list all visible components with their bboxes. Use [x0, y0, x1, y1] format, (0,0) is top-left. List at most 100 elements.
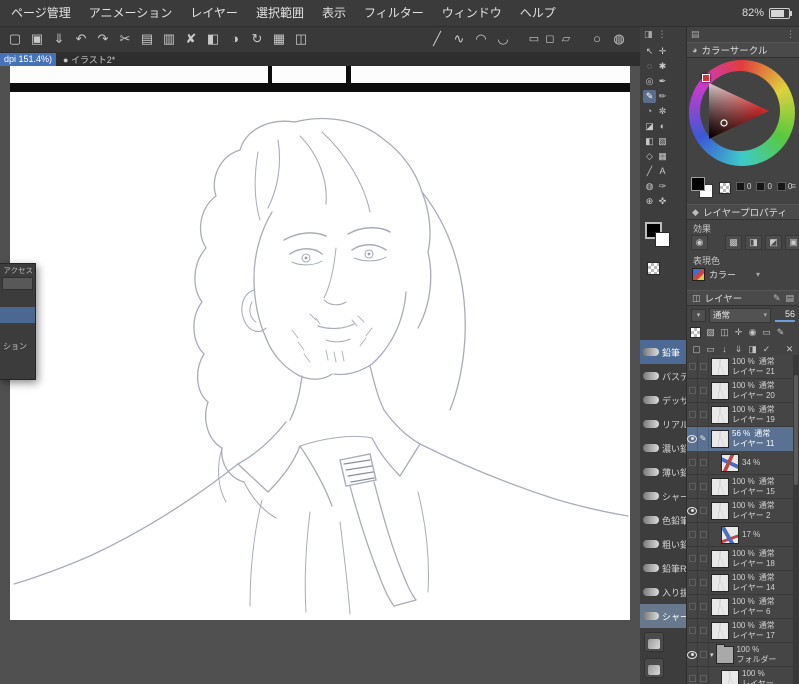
- effect-tone-button[interactable]: ▩: [725, 235, 742, 250]
- visibility-checkbox[interactable]: [688, 387, 696, 394]
- レイヤー 17[interactable]: ✎ ▾ 100 % 通常 レイヤー 17: [687, 619, 793, 643]
- layer-thumbnail[interactable]: [711, 405, 729, 424]
- edit-state-cell[interactable]: ✎: [698, 667, 709, 684]
- alpha-lock-button[interactable]: ▨: [704, 326, 717, 339]
- effect-expression-button[interactable]: ▣: [785, 235, 799, 250]
- tool-fill[interactable]: ◧: [643, 135, 656, 148]
- effect-border-button[interactable]: ◉: [691, 235, 708, 250]
- tool-zoom[interactable]: ⊕: [643, 195, 656, 208]
- view-next-button[interactable]: ◍: [608, 28, 630, 50]
- edit-checkbox[interactable]: [699, 627, 707, 634]
- subtool-item[interactable]: シャーペ: [640, 484, 686, 508]
- visibility-cell[interactable]: [687, 619, 698, 642]
- edit-state-cell[interactable]: ✎: [698, 595, 709, 618]
- visibility-cell[interactable]: [687, 451, 698, 474]
- collapse-dock-icon[interactable]: ◨: [644, 29, 653, 40]
- edit-checkbox[interactable]: [699, 555, 707, 562]
- cut-button[interactable]: ✂: [114, 28, 136, 50]
- drawing-canvas[interactable]: [10, 92, 630, 620]
- select-rect-button[interactable]: ▭: [526, 28, 542, 50]
- edit-state-cell[interactable]: ✎: [698, 571, 709, 594]
- visibility-cell[interactable]: [687, 403, 698, 426]
- visibility-checkbox[interactable]: [688, 627, 696, 634]
- undo-button[interactable]: ↶: [70, 28, 92, 50]
- transparent-color-swatch[interactable]: [647, 262, 660, 275]
- visibility-checkbox[interactable]: [688, 483, 696, 490]
- visibility-checkbox[interactable]: [688, 459, 696, 466]
- visibility-checkbox[interactable]: [688, 411, 696, 418]
- layer-thumbnail[interactable]: [715, 643, 734, 664]
- quick-access-set-dropdown[interactable]: [2, 277, 33, 290]
- layer-thumbnail[interactable]: [711, 357, 729, 376]
- edit-state-cell[interactable]: ✎: [698, 451, 709, 474]
- layer-thumbnail[interactable]: [711, 621, 729, 640]
- quick-access-item[interactable]: [0, 323, 35, 339]
- layer-thumbnail[interactable]: [711, 429, 729, 448]
- eye-icon[interactable]: [687, 506, 697, 515]
- eye-icon[interactable]: [687, 650, 697, 659]
- edit-state-cell[interactable]: ✎: [698, 427, 709, 450]
- copy-button[interactable]: ▤: [136, 28, 158, 50]
- tool-move[interactable]: ✛: [656, 45, 669, 58]
- quick-access-item[interactable]: [0, 307, 35, 323]
- tool-airbrush[interactable]: ◔: [643, 105, 656, 118]
- color-circle-header[interactable]: ◕ カラーサークル: [687, 42, 799, 58]
- レイヤー 15[interactable]: ✎ ▾ 100 % 通常 レイヤー 15: [687, 475, 793, 499]
- subtool-item[interactable]: 鉛筆: [640, 340, 686, 364]
- clear-button[interactable]: ✘: [180, 28, 202, 50]
- transparent-chip[interactable]: [719, 182, 731, 194]
- panel-list-icon[interactable]: ▤: [691, 29, 700, 40]
- visibility-cell[interactable]: [687, 667, 698, 684]
- layer-row[interactable]: ✎ ▾ 17 %: [687, 523, 793, 547]
- menu-item[interactable]: 選択範囲: [247, 0, 313, 26]
- effect-layer-color-button[interactable]: ◩: [765, 235, 782, 250]
- レイヤー…[interactable]: ✎ ▾ 100 % レイヤー…: [687, 667, 793, 684]
- sv-triangle[interactable]: [702, 73, 778, 149]
- folder-chevron-icon[interactable]: ▾: [710, 651, 714, 659]
- layer-thumbnail[interactable]: [711, 501, 729, 520]
- layer-list-scrollbar[interactable]: [793, 355, 799, 684]
- combine-button[interactable]: ✛: [732, 326, 745, 339]
- snap-arc-button[interactable]: ◠: [470, 28, 492, 50]
- snap-curve-button[interactable]: ∿: [448, 28, 470, 50]
- snap-straight-button[interactable]: ╱: [426, 28, 448, 50]
- visibility-checkbox[interactable]: [688, 531, 696, 538]
- レイヤー 20[interactable]: ✎ ▾ 100 % 通常 レイヤー 20: [687, 379, 793, 403]
- edit-checkbox[interactable]: [699, 483, 707, 490]
- レイヤー 11[interactable]: ✎ ▾ 56 % 通常 レイヤー 11: [687, 427, 793, 451]
- レイヤー 6[interactable]: ✎ ▾ 100 % 通常 レイヤー 6: [687, 595, 793, 619]
- new-canvas-button[interactable]: ▢: [4, 28, 26, 50]
- edit-state-cell[interactable]: ✎: [698, 379, 709, 402]
- edit-checkbox[interactable]: [699, 531, 707, 538]
- subtool-item[interactable]: リアル鉛: [640, 412, 686, 436]
- tool-figure[interactable]: ◇: [643, 150, 656, 163]
- visibility-checkbox[interactable]: [688, 363, 696, 370]
- レイヤー 21[interactable]: ✎ ▾ 100 % 通常 レイヤー 21: [687, 355, 793, 379]
- edit-checkbox[interactable]: [699, 507, 707, 514]
- color-menu-icon[interactable]: ≡: [791, 181, 796, 191]
- fill-button[interactable]: ◧: [202, 28, 224, 50]
- rotate-view-button[interactable]: ↻: [246, 28, 268, 50]
- tool-blend[interactable]: ◐: [656, 120, 669, 133]
- effect-extract-line-button[interactable]: ◨: [745, 235, 762, 250]
- subtool-preview-button-2[interactable]: [644, 658, 664, 678]
- subtool-preview-button[interactable]: [644, 632, 664, 652]
- menu-item[interactable]: ウィンドウ: [433, 0, 511, 26]
- select-shrink-button[interactable]: ◻: [542, 28, 558, 50]
- layer-thumbnail[interactable]: [711, 477, 729, 496]
- expression-color-dropdown[interactable]: カラー ▾: [692, 267, 760, 282]
- tool-auto-select[interactable]: ✱: [656, 60, 669, 73]
- menu-item[interactable]: 表示: [313, 0, 355, 26]
- layer-row[interactable]: ✎ ▾ 34 %: [687, 451, 793, 475]
- レイヤー 2[interactable]: ✎ ▾ 100 % 通常 レイヤー 2: [687, 499, 793, 523]
- layer-property-header[interactable]: ◆ レイヤープロパティ: [687, 204, 799, 220]
- tool-eraser[interactable]: ◪: [643, 120, 656, 133]
- eye-icon[interactable]: [687, 434, 697, 443]
- layer-thumbnail[interactable]: [711, 549, 729, 568]
- snap-special-button[interactable]: ◡: [492, 28, 514, 50]
- hue-marker[interactable]: [702, 74, 710, 82]
- sub-color-swatch[interactable]: [655, 232, 670, 247]
- subtool-item[interactable]: 濃い鉛筆: [640, 436, 686, 460]
- edit-state-cell[interactable]: ✎: [698, 547, 709, 570]
- quick-access-item[interactable]: [0, 291, 35, 307]
